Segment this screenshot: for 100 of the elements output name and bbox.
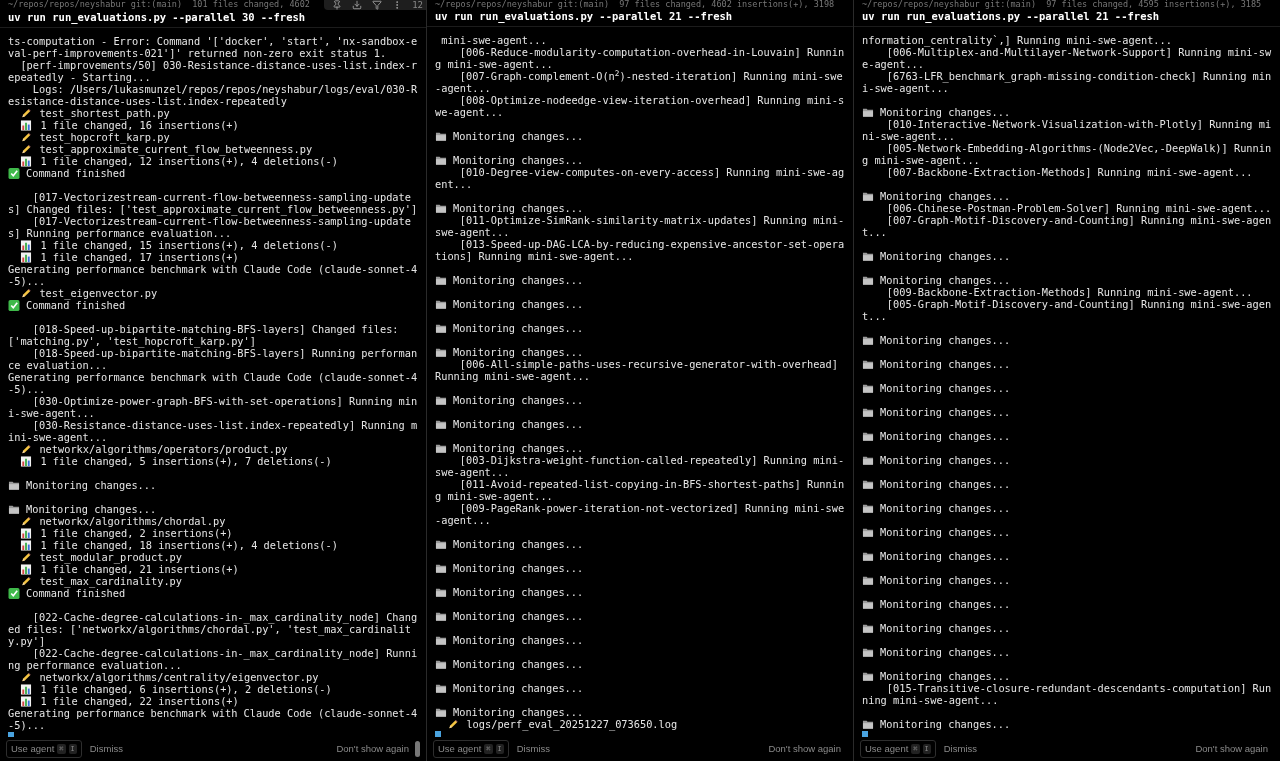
log-line: Monitoring changes... — [453, 442, 584, 454]
count-label: 12 — [412, 0, 423, 10]
folder-icon — [862, 191, 874, 202]
log-line: [017-Vectorizestream-current-flow-betweenness-sampling-updates] Changed files: ['test_approximate_current_flow_betweenness.py'] — [8, 191, 418, 215]
button-label: Use agent — [11, 741, 55, 756]
log-line: test_modular_product.py — [39, 551, 182, 563]
log-line: ts-computation - Error: Command '['docker', 'start', 'nx-sandbox-eval-perf-improvements-021']' returned non-zero exit status 1. — [8, 35, 418, 59]
log-line: Monitoring changes... — [453, 658, 584, 670]
folder-icon — [435, 563, 447, 574]
log-line: Monitoring changes... — [453, 346, 584, 358]
bar-chart-icon — [20, 684, 33, 695]
bar-chart-icon — [20, 528, 33, 539]
log-line: Monitoring changes... — [880, 106, 1011, 118]
pencil-icon — [20, 288, 33, 299]
button-label: Use agent — [438, 741, 482, 756]
log-line: [006-Reduce-modularity-computation-overhead-in-Louvain] Running mini-swe-agent... — [435, 46, 845, 70]
log-line: [013-Speed-up-DAG-LCA-by-reducing-expensive-ancestor-set-operations] Running mini-swe-agent... — [435, 238, 845, 262]
log-line: [030-Optimize-power-graph-BFS-with-set-operations] Running mini-swe-agent... — [8, 395, 418, 419]
dont-show-again-button[interactable]: Don't show again — [768, 741, 841, 757]
log-line: [022-Cache-degree-calculations-in-_max_cardinality_node] Running performance evaluation... — [8, 647, 418, 671]
dont-show-again-button[interactable]: Don't show again — [1195, 741, 1268, 757]
folder-icon — [862, 623, 874, 634]
folder-icon — [862, 719, 874, 730]
log-line: test_hopcroft_karp.py — [39, 131, 170, 143]
log-line: Command finished — [26, 167, 126, 179]
log-line: Monitoring changes... — [26, 479, 157, 491]
folder-icon — [862, 599, 874, 610]
status-line: ~/repos/repos/neyshabur git:(main) 101 files changed, 4602 — [7, 0, 310, 9]
log-line: Monitoring changes... — [453, 154, 584, 166]
log-line: [003-Dijkstra-weight-function-called-repeatedly] Running mini-swe-agent... — [435, 454, 845, 478]
dismiss-button[interactable]: Dismiss — [516, 741, 550, 757]
log-line: [009-PageRank-power-iteration-not-vectorized] Running mini-swe-agent... — [435, 502, 845, 526]
log-line: [007-Graph-Motif-Discovery-and-Counting] Running mini-swe-agent... — [862, 214, 1272, 238]
folder-icon — [435, 587, 447, 598]
log-line: Monitoring changes... — [880, 718, 1011, 730]
log-line: Monitoring changes... — [453, 202, 584, 214]
filter-icon[interactable] — [372, 0, 383, 10]
log-line: Monitoring changes... — [453, 706, 584, 718]
log-line: Monitoring changes... — [453, 634, 584, 646]
log-line: networkx/algorithms/centrality/eigenvector.py — [39, 671, 319, 683]
folder-icon — [862, 527, 874, 538]
log-line: [015-Transitive-closure-redundant-descendants-computation] Running mini-swe-agent... — [862, 682, 1272, 706]
log-line: [006-Chinese-Postman-Problem-Solver] Running mini-swe-agent... — [886, 202, 1272, 214]
folder-icon — [435, 155, 447, 166]
log-line: [008-Optimize-nodeedge-view-iteration-overhead] Running mini-swe-agent... — [435, 94, 845, 118]
folder-icon — [435, 659, 447, 670]
pin-icon[interactable] — [332, 0, 343, 10]
folder-icon — [862, 275, 874, 286]
bar-chart-icon — [20, 240, 33, 251]
bar-chart-icon — [20, 564, 33, 575]
dismiss-button[interactable]: Dismiss — [89, 741, 123, 757]
log-line: 1 file changed, 22 insertions(+) — [40, 695, 239, 707]
log-line: Monitoring changes... — [880, 430, 1011, 442]
log-line: [011-Avoid-repeated-list-copying-in-BFS-shortest-paths] Running mini-swe-agent... — [435, 478, 845, 502]
log-line: Monitoring changes... — [880, 382, 1011, 394]
log-line: logs/perf_eval_20251227_073650.log — [466, 718, 678, 730]
log-line: Monitoring changes... — [880, 274, 1011, 286]
pencil-icon — [20, 132, 33, 143]
folder-icon — [435, 299, 447, 310]
log-line: networkx/algorithms/operators/product.py — [39, 443, 288, 455]
folder-icon — [862, 671, 874, 682]
log-line: test_shortest_path.py — [39, 107, 170, 119]
download-icon[interactable] — [352, 0, 363, 10]
folder-icon — [435, 539, 447, 550]
log-line: [009-Backbone-Extraction-Methods] Running mini-swe-agent... — [886, 286, 1253, 298]
folder-icon — [862, 383, 874, 394]
log-line: [006-Multiplex-and-Multilayer-Network-Support] Running mini-swe-agent... — [862, 46, 1272, 70]
log-line: Monitoring changes... — [453, 418, 584, 430]
checkmark-icon — [8, 300, 20, 311]
log-line: Monitoring changes... — [453, 274, 584, 286]
log-line: Monitoring changes... — [880, 622, 1011, 634]
log-line: Monitoring changes... — [453, 298, 584, 310]
pencil-icon — [20, 552, 33, 563]
folder-icon — [435, 323, 447, 334]
log-line: mini-swe-agent... — [440, 34, 547, 46]
folder-icon — [862, 479, 874, 490]
folder-icon — [435, 635, 447, 646]
status-line: ~/repos/repos/neyshabur git:(main) 97 files changed, 4595 insertions(+), 3185 — [861, 0, 1262, 9]
log-line: Monitoring changes... — [880, 502, 1011, 514]
log-line: [6763-LFR_benchmark_graph-missing-condition-check] Running mini-swe-agent... — [862, 70, 1272, 94]
log-line: Monitoring changes... — [453, 394, 584, 406]
bar-chart-icon — [20, 456, 33, 467]
log-line: Monitoring changes... — [880, 454, 1011, 466]
log-line: Monitoring changes... — [453, 682, 584, 694]
scrollbar-thumb[interactable] — [415, 741, 420, 757]
log-line: nformation_centrality`,] Running mini-swe-agent... — [862, 34, 1172, 46]
dont-show-again-button[interactable]: Don't show again — [336, 741, 409, 757]
folder-icon — [862, 455, 874, 466]
log-line: 1 file changed, 2 insertions(+) — [40, 527, 233, 539]
log-line: [007-Graph-complement-O(n$^{2}$)-nested-iteration] Running mini-swe-agent... — [435, 70, 843, 94]
log-line: 1 file changed, 5 insertions(+), 7 deletions(-) — [40, 455, 332, 467]
log-line: [005-Network-Embedding-Algorithms-(Node2Vec,-DeepWalk)] Running mini-swe-agent... — [862, 142, 1272, 166]
folder-icon — [435, 347, 447, 358]
pencil-icon — [20, 672, 33, 683]
dismiss-button[interactable]: Dismiss — [943, 741, 977, 757]
log-line: test_eigenvector.py — [39, 287, 158, 299]
log-line: Command finished — [26, 587, 126, 599]
log-line: [018-Speed-up-bipartite-matching-BFS-layers] Running performance evaluation... — [8, 347, 418, 371]
log-line: test_max_cardinality.py — [39, 575, 182, 587]
bar-chart-icon — [20, 696, 33, 707]
